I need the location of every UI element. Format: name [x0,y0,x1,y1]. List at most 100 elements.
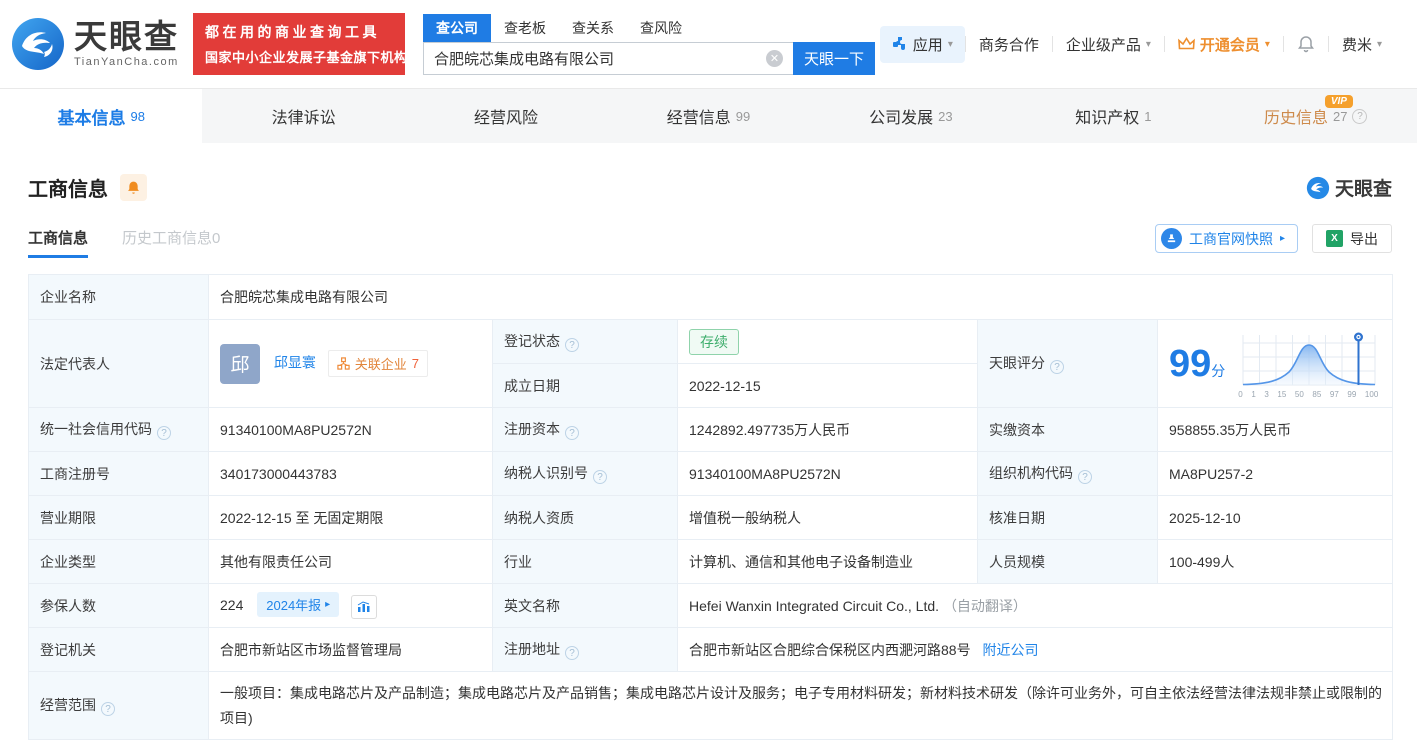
watermark-logo: 天眼查 [1306,174,1392,201]
industry-value: 计算机、通信和其他电子设备制造业 [677,539,978,584]
excel-icon: X [1326,230,1343,247]
help-icon[interactable]: ? [565,646,579,661]
search-tab-risk[interactable]: 查风险 [627,14,695,42]
help-icon[interactable]: ? [1352,108,1368,124]
taxpayer-id-label: 纳税人识别号? [492,451,678,496]
company-nav-tabs: 基本信息 98 法律诉讼 经营风险 经营信息 99 公司发展 23 知识产权 1… [0,88,1417,143]
top-header: 天眼查 TianYanCha.com 都在用的商业查询工具 国家中小企业发展子基… [0,0,1417,88]
help-icon[interactable]: ? [157,426,171,441]
trend-chart-icon[interactable] [351,594,378,619]
search-area: 查公司 查老板 查关系 查风险 ✕ 天眼一下 [423,13,875,75]
username: 费米 [1341,36,1372,54]
enterprise-products-menu[interactable]: 企业级产品 ▾ [1053,34,1164,55]
help-icon[interactable]: ? [101,702,115,717]
company-name-label: 企业名称 [28,274,209,320]
tab-company-development[interactable]: 公司发展 23 [810,89,1012,143]
search-tabs: 查公司 查老板 查关系 查风险 [423,13,875,42]
subtab-current-registration[interactable]: 工商信息 [28,227,89,258]
clear-search-icon[interactable]: ✕ [766,49,783,67]
export-button[interactable]: X 导出 [1312,224,1392,253]
company-name-value: 合肥皖芯集成电路有限公司 [208,274,1393,320]
insured-count: 224 [220,597,244,614]
legal-rep-avatar[interactable]: 邱 [220,343,260,384]
promo-line1: 都在用的商业查询工具 [205,24,380,40]
staff-size-value: 100-499人 [1157,539,1393,584]
staff-size-label: 人员规模 [977,539,1158,584]
tianyancha-logo[interactable]: 天眼查 TianYanCha.com [10,16,179,72]
legal-rep-label: 法定代表人 [28,319,209,408]
paid-capital-value: 958855.35万人民币 [1157,407,1393,452]
registration-info-table: 企业名称 合肥皖芯集成电路有限公司 法定代表人 邱 邱显寰 关联企业 7 登记状… [28,274,1393,740]
puzzle-icon [892,37,905,50]
network-icon [337,357,350,370]
promo-banner: 都在用的商业查询工具 国家中小企业发展子基金旗下机构 [193,13,408,75]
help-icon[interactable]: ? [565,426,579,441]
uscc-value: 91340100MA8PU2572N [208,407,493,452]
search-tab-boss[interactable]: 查老板 [491,14,559,42]
business-cooperation-link[interactable]: 商务合作 [966,34,1052,55]
section-title: 工商信息 [28,179,108,201]
official-snapshot-button[interactable]: 工商官网快照 ▸ [1154,224,1298,253]
taxpayer-quality-value: 增值税一般纳税人 [677,495,978,540]
tab-business-info[interactable]: 经营信息 99 [607,89,809,143]
search-button[interactable]: 天眼一下 [793,41,875,75]
tab-history-info[interactable]: VIP 历史信息 27 ? [1215,89,1417,143]
tab-operating-risk[interactable]: 经营风险 [405,89,607,143]
status-badge: 存续 [689,328,739,355]
brand-domain: TianYanCha.com [74,56,179,68]
search-tab-relation[interactable]: 查关系 [559,14,627,42]
stamp-icon [1160,228,1182,249]
notification-bell-icon[interactable] [1284,35,1328,53]
business-registration-section: 工商信息 天眼查 工商信息 历史工商信息0 工商官网快照 ▸ X 导出 企业名称… [0,143,1417,740]
help-icon[interactable]: ? [565,338,579,353]
chevron-down-icon: ▾ [1145,38,1151,50]
en-name-value: Hefei Wanxin Integrated Circuit Co., Ltd… [689,597,940,614]
subtab-history-registration[interactable]: 历史工商信息0 [122,227,220,258]
header-right-menu: 应用 ▾ 商务合作 企业级产品 ▾ 开通会员 ▾ 费米 ▾ [879,25,1395,63]
apps-label: 应用 [912,36,943,54]
subscribe-bell-icon[interactable] [120,174,147,201]
tab-basic-info[interactable]: 基本信息 98 [0,89,203,143]
score-cell: 99分 0 1 3 15 50 85 97 99 100 [1157,319,1393,408]
apps-menu[interactable]: 应用 ▾ [879,25,965,63]
score-value: 99 [1169,342,1212,385]
reg-no-label: 工商注册号 [28,451,209,496]
reg-authority-value: 合肥市新站区市场监督管理局 [208,627,493,672]
tab-intellectual-property[interactable]: 知识产权 1 [1012,89,1214,143]
en-name-cell: Hefei Wanxin Integrated Circuit Co., Ltd… [677,583,1393,628]
related-companies-badge[interactable]: 关联企业 7 [327,350,429,377]
reg-no-value: 340173000443783 [208,451,493,496]
company-type-label: 企业类型 [28,539,209,584]
annual-report-badge[interactable]: 2024年报 ▸ [257,592,340,618]
address-label: 注册地址? [492,627,678,672]
search-input[interactable] [423,41,793,75]
legal-rep-link[interactable]: 邱显寰 [274,354,316,370]
tianyancha-mini-icon [1306,176,1330,199]
taxpayer-quality-label: 纳税人资质 [492,495,678,540]
auto-translate-note: （自动翻译） [942,597,1027,614]
help-icon[interactable]: ? [593,470,607,485]
help-icon[interactable]: ? [1050,360,1064,375]
reg-status-value: 存续 [677,319,978,364]
brand-name: 天眼查 [74,18,179,55]
address-cell: 合肥市新站区合肥综合保税区内西淝河路88号 附近公司 [677,627,1393,672]
legal-rep-cell: 邱 邱显寰 关联企业 7 [208,319,493,408]
reg-capital-label: 注册资本? [492,407,678,452]
insured-cell: 224 2024年报 ▸ [208,583,493,628]
search-tab-company[interactable]: 查公司 [423,13,491,42]
nearby-companies-link[interactable]: 附近公司 [982,642,1038,658]
chevron-down-icon: ▾ [1264,38,1270,50]
score-axis-labels: 0 1 3 15 50 85 97 99 100 [1238,389,1379,399]
help-icon[interactable]: ? [1078,470,1092,485]
org-code-label: 组织机构代码? [977,451,1158,496]
est-date-label: 成立日期 [492,363,678,408]
insured-label: 参保人数 [28,583,209,628]
tab-legal-proceedings[interactable]: 法律诉讼 [202,89,404,143]
scope-label: 经营范围? [28,671,209,740]
user-menu[interactable]: 费米 ▾ [1329,34,1395,55]
crown-icon [1177,37,1195,50]
en-name-label: 英文名称 [492,583,678,628]
reg-status-label: 登记状态? [492,319,678,364]
open-vip-menu[interactable]: 开通会员 ▾ [1165,34,1283,55]
promo-line2: 国家中小企业发展子基金旗下机构 [205,50,408,65]
